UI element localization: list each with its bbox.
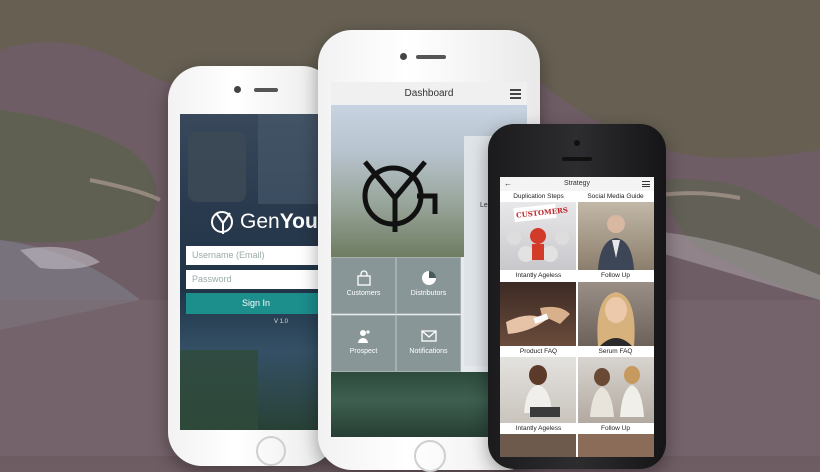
- caption-intantly-ageless-2: Intantly Ageless: [500, 423, 577, 434]
- woman-portrait-graphic: [597, 292, 635, 346]
- strategy-header: ← Strategy: [500, 177, 654, 191]
- username-field[interactable]: Username (Email): [186, 246, 326, 265]
- earpiece-speaker: [562, 157, 592, 161]
- thumb-intantly-ageless[interactable]: [500, 282, 576, 346]
- front-camera: [400, 53, 407, 60]
- seated-woman-graphic: [524, 365, 560, 417]
- front-camera: [234, 86, 241, 93]
- sign-in-button[interactable]: Sign In: [186, 293, 326, 314]
- genyou-logo-mark: [211, 211, 233, 234]
- tile-notifications[interactable]: Notifications: [396, 315, 461, 372]
- strategy-screen: ← Strategy Duplication Steps Social Medi…: [500, 177, 654, 457]
- tile-customers[interactable]: Customers: [331, 257, 396, 314]
- brand-name: GenYou: [240, 210, 318, 233]
- version-label: V 1.0: [274, 319, 289, 325]
- two-women-graphic: [590, 366, 644, 417]
- photo-tile-bottom: [180, 350, 258, 430]
- hands-product-graphic: [506, 306, 570, 334]
- tile-distributors[interactable]: Distributors: [396, 257, 461, 314]
- thumb-social-media-guide[interactable]: [578, 202, 654, 270]
- person-add-icon: [357, 330, 370, 343]
- login-screen: GenYou Username (Email) Password Sign In…: [180, 114, 336, 430]
- caption-intantly-ageless: Intantly Ageless: [500, 270, 577, 281]
- side-panel-text: Le: [480, 202, 488, 209]
- phone-strategy: ← Strategy Duplication Steps Social Medi…: [488, 124, 666, 469]
- presenter-man-graphic: [598, 215, 634, 270]
- earpiece-speaker: [416, 55, 446, 59]
- dashboard-header: Dashboard: [331, 82, 527, 106]
- pie-chart-icon: [421, 271, 436, 285]
- thumb-duplication-steps[interactable]: CUSTOMERS: [500, 202, 576, 270]
- tile-prospect[interactable]: Prospect: [331, 315, 396, 372]
- thumb-follow-up[interactable]: [578, 282, 654, 346]
- password-field[interactable]: Password: [186, 270, 326, 289]
- strategy-title: Strategy: [563, 180, 591, 187]
- front-camera: [574, 140, 580, 146]
- earpiece-speaker: [254, 88, 278, 92]
- back-arrow-icon[interactable]: ←: [504, 177, 512, 191]
- home-button: [256, 436, 286, 466]
- menu-icon[interactable]: [510, 89, 521, 101]
- dashboard-title: Dashboard: [404, 88, 454, 99]
- thumb-row4-left[interactable]: [500, 434, 576, 457]
- phone-login: GenYou Username (Email) Password Sign In…: [168, 66, 336, 466]
- caption-social-media-guide: Social Media Guide: [577, 191, 654, 202]
- thumb-serum-faq[interactable]: [578, 357, 654, 423]
- caption-follow-up: Follow Up: [577, 270, 654, 281]
- envelope-icon: [420, 330, 437, 342]
- caption-product-faq: Product FAQ: [500, 346, 577, 357]
- yg-logo-mark: [362, 160, 438, 232]
- thumb-product-faq[interactable]: [500, 357, 576, 423]
- menu-icon[interactable]: [642, 181, 650, 189]
- shopping-bag-icon: [356, 270, 371, 286]
- caption-duplication-steps: Duplication Steps: [500, 191, 577, 202]
- photo-tile-backpack: [188, 132, 246, 202]
- caption-serum-faq: Serum FAQ: [577, 346, 654, 357]
- genyou-logo: GenYou: [210, 209, 318, 235]
- thumb-row4-right[interactable]: [578, 434, 654, 457]
- home-button: [414, 440, 446, 472]
- caption-follow-up-2: Follow Up: [577, 423, 654, 434]
